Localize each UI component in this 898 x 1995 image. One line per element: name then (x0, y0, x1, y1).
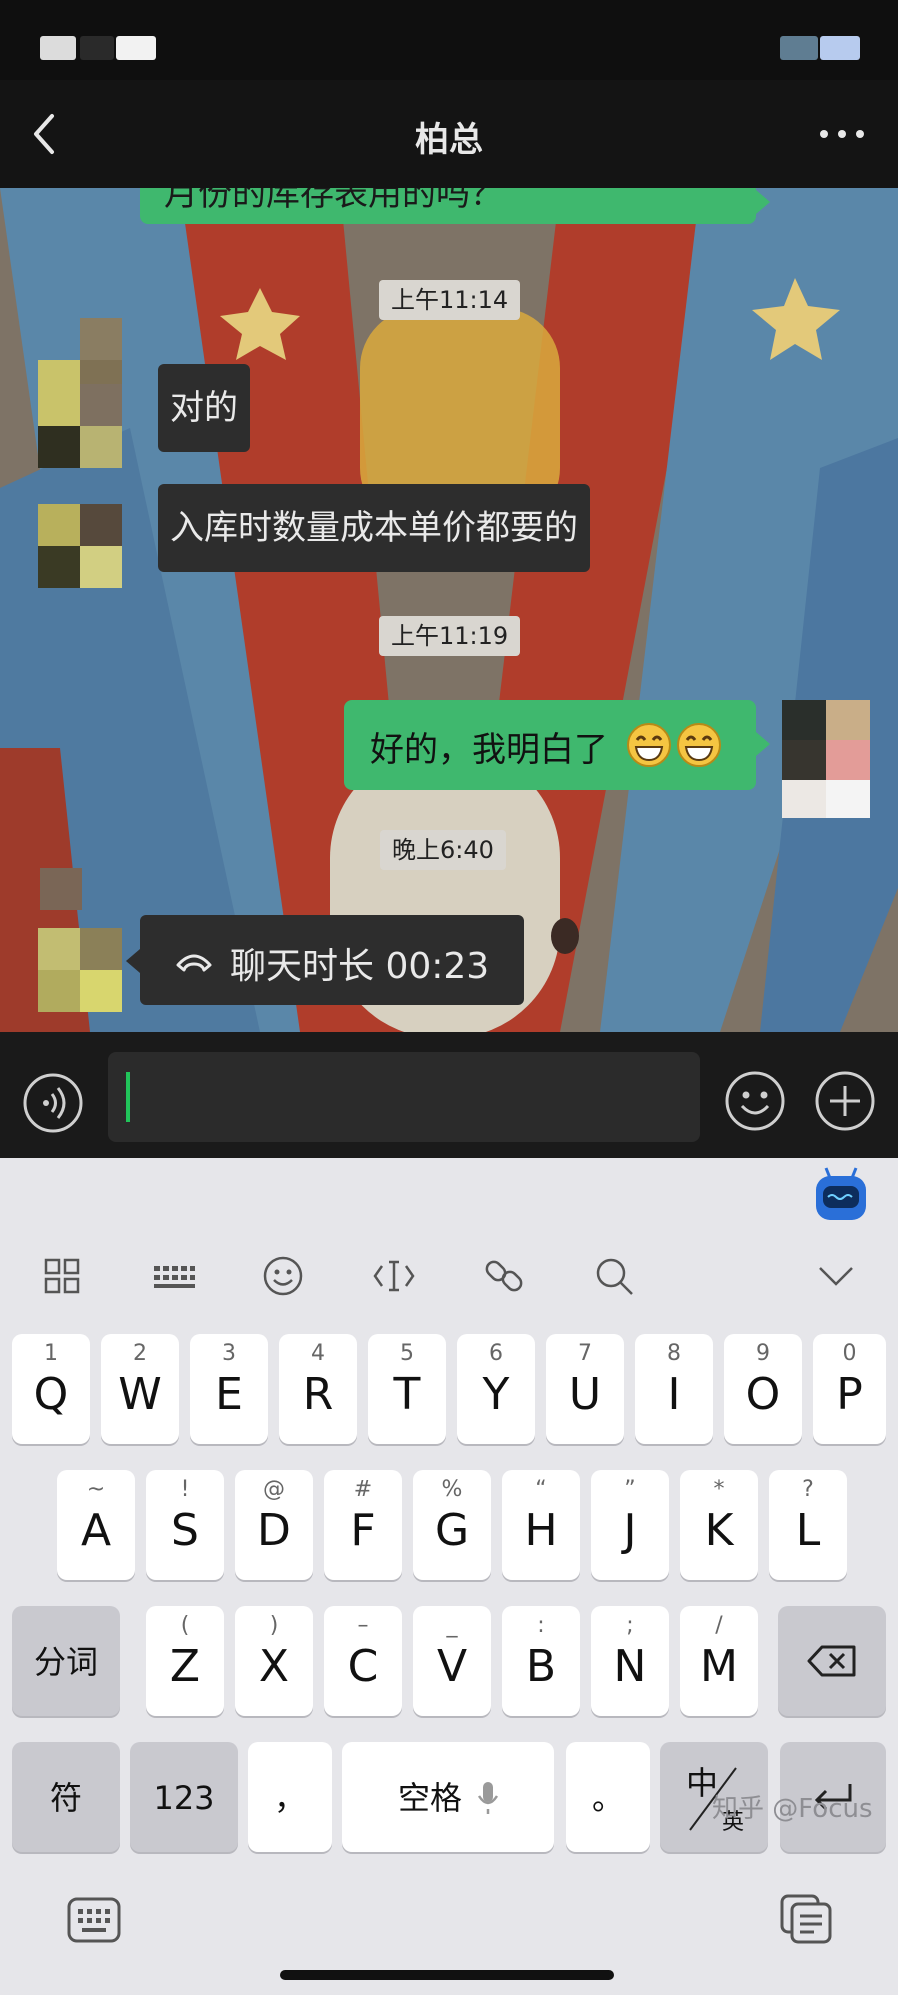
key-j[interactable]: ” J (591, 1470, 669, 1580)
keyboard-switch-icon[interactable] (66, 1894, 122, 1946)
phone-hangup-icon (176, 954, 212, 972)
key-y[interactable]: 6Y (457, 1334, 535, 1444)
key-z[interactable]: (Z (146, 1606, 224, 1716)
cursor-icon[interactable] (372, 1254, 416, 1298)
key-w[interactable]: 2W (101, 1334, 179, 1444)
key-g[interactable]: % G (413, 1470, 491, 1580)
blurred-battery-icon (780, 36, 818, 60)
avatar-contact[interactable] (38, 928, 122, 1012)
period-key[interactable]: 。 (566, 1742, 650, 1852)
watermark: 知乎 @Focus (712, 1794, 873, 1824)
key-v[interactable]: _ V (413, 1606, 491, 1716)
chat-header: 柏总 (0, 80, 898, 188)
avatar-contact[interactable] (38, 384, 122, 468)
clipboard-icon[interactable] (778, 1892, 834, 1944)
key-m[interactable]: / M (680, 1606, 758, 1716)
symbol-key[interactable]: 符 (12, 1742, 120, 1852)
link-icon[interactable] (482, 1254, 526, 1298)
key-x[interactable]: ) X (235, 1606, 313, 1716)
keyboard-icon[interactable] (150, 1254, 198, 1298)
chevron-down-icon[interactable] (814, 1254, 858, 1298)
avatar-contact[interactable] (38, 504, 122, 588)
timestamp: 晚上6:40 (380, 830, 506, 870)
blurred-battery-icon (820, 36, 860, 60)
key-d[interactable]: @ D (235, 1470, 313, 1580)
chat-title: 柏总 (415, 120, 483, 160)
blurred-status-icon (40, 36, 76, 60)
key-e[interactable]: 3E (190, 1334, 268, 1444)
timestamp: 上午11:19 (379, 616, 521, 656)
blurred-status-icon (116, 36, 156, 60)
key-a[interactable]: ~ A (57, 1470, 135, 1580)
key-h[interactable]: “H (502, 1470, 580, 1580)
key-u[interactable]: 7U (546, 1334, 624, 1444)
avatar-self[interactable] (782, 700, 870, 818)
chat-area[interactable]: 月份的库存表用的吗？ 上午11:14 对的 入库时数量成本单价都要的 上午11:… (0, 188, 898, 1032)
message-text: 月份的库存表用的吗？ (164, 188, 504, 214)
chat-input-bar (0, 1032, 898, 1158)
microphone-icon (477, 1782, 499, 1814)
message-input[interactable] (108, 1052, 700, 1142)
ime-keyboard: 1Q 2W 3E 4R 5T 6Y 7U 8I 9O 0P ~ A ! S @ D #… (0, 1158, 898, 1995)
key-c[interactable]: – C (324, 1606, 402, 1716)
timestamp: 上午11:14 (379, 280, 521, 320)
key-o[interactable]: 9O (724, 1334, 802, 1444)
backspace-key[interactable] (778, 1606, 886, 1716)
number-key[interactable]: 123 (130, 1742, 238, 1852)
home-indicator[interactable] (280, 1970, 614, 1980)
grinning-face-emoji-icon (677, 723, 721, 767)
grid-icon[interactable] (40, 1254, 84, 1298)
blurred-avatar-tile (40, 868, 82, 910)
emoji-icon[interactable] (261, 1254, 305, 1298)
voice-call-record[interactable]: 聊天时长 00:23 (126, 915, 524, 1005)
text-cursor (126, 1072, 130, 1122)
key-segment[interactable]: 分词 (12, 1606, 120, 1716)
keyboard-assistant-mascot-icon[interactable] (812, 1164, 870, 1224)
backspace-icon (807, 1645, 856, 1677)
key-t[interactable]: 5T (368, 1334, 446, 1444)
key-r[interactable]: 4R (279, 1334, 357, 1444)
voice-input-button[interactable] (22, 1072, 84, 1134)
status-bar (0, 0, 898, 80)
message-bubble-incoming[interactable]: 对的 (158, 364, 250, 452)
key-s[interactable]: ! S (146, 1470, 224, 1580)
key-l[interactable]: ? L (769, 1470, 847, 1580)
key-f[interactable]: # F (324, 1470, 402, 1580)
key-k[interactable]: * K (680, 1470, 758, 1580)
key-n[interactable]: ; N (591, 1606, 669, 1716)
grinning-face-emoji-icon (627, 723, 671, 767)
more-button[interactable] (816, 110, 868, 158)
key-q[interactable]: 1Q (12, 1334, 90, 1444)
key-p[interactable]: 0P (813, 1334, 886, 1444)
key-b[interactable]: :B (502, 1606, 580, 1716)
message-bubble-incoming[interactable]: 入库时数量成本单价都要的 (158, 484, 590, 572)
space-key[interactable]: 空格 (342, 1742, 554, 1852)
message-bubble-outgoing[interactable]: 月份的库存表用的吗？ (140, 188, 770, 224)
message-bubble-outgoing[interactable]: 好的，我明白了 (344, 700, 770, 790)
message-text: 好的，我明白了 (370, 730, 608, 770)
search-icon[interactable] (592, 1254, 636, 1298)
more-dots-icon (820, 130, 864, 138)
more-functions-button[interactable] (814, 1070, 876, 1132)
call-duration-label: 聊天时长 00:23 (230, 946, 490, 987)
key-i[interactable]: 8I (635, 1334, 713, 1444)
comma-key[interactable]: ， (248, 1742, 332, 1852)
emoji-button[interactable] (724, 1070, 786, 1132)
blurred-status-icon (80, 36, 114, 60)
